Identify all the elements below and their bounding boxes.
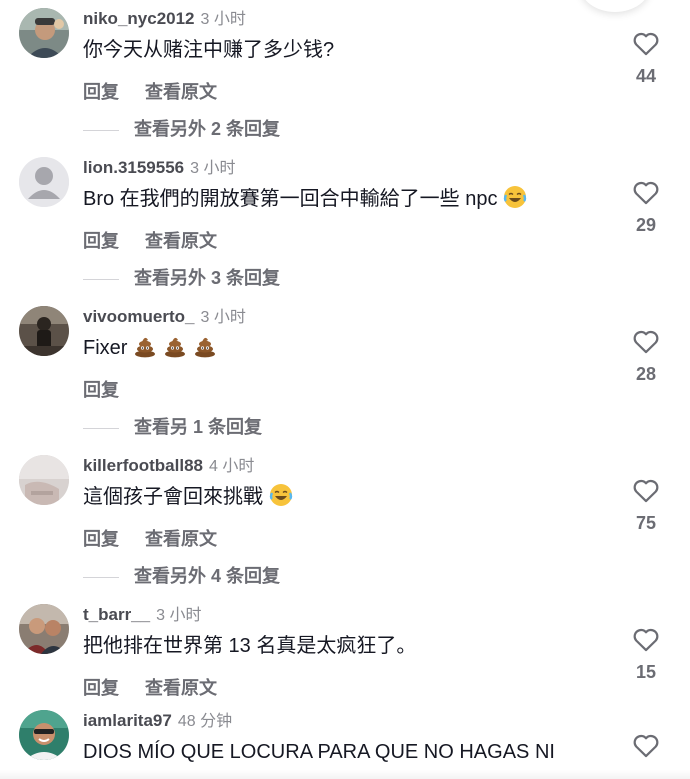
comment-meta: t_barr__ 3 小时 xyxy=(83,604,201,626)
like-count: 75 xyxy=(635,513,657,533)
view-replies-button[interactable]: 查看另 1 条回复 xyxy=(134,417,262,437)
comment-body: 把他排在世界第 13 名真是太疯狂了。 xyxy=(83,635,417,657)
view-original-button[interactable]: 查看原文 xyxy=(145,82,217,102)
comment-body: 你今天从赌注中赚了多少钱? xyxy=(83,39,335,61)
like-control xyxy=(630,732,662,758)
comment-item: niko_nyc2012 3 小时 你今天从赌注中赚了多少钱? 回复 查看原文 查看… xyxy=(0,8,690,157)
comment-text: 你今天从赌注中赚了多少钱? xyxy=(83,36,334,64)
comment-body: Fixer xyxy=(83,337,128,359)
comment-item: killerfootball88 4 小时 這個孩子會回來挑戰 回复 查看原文 查看… xyxy=(0,455,690,604)
comment-text: Fixer xyxy=(83,334,217,366)
tears-of-joy-emoji-icon xyxy=(269,483,293,515)
poop-emoji-icon xyxy=(163,334,187,366)
view-original-button[interactable]: 查看原文 xyxy=(145,529,217,549)
like-control: 75 xyxy=(630,477,662,534)
comment-meta: lion.3159556 3 小时 xyxy=(83,157,235,179)
person-photo-avatar-icon xyxy=(19,8,69,58)
comment-body: 這個孩子會回來挑戰 xyxy=(83,486,263,508)
like-count: 29 xyxy=(635,215,657,235)
view-replies-button[interactable]: 查看另外 2 条回复 xyxy=(134,119,280,139)
view-replies-button[interactable]: 查看另外 4 条回复 xyxy=(134,566,280,586)
replies-divider xyxy=(83,130,119,132)
timestamp: 4 小时 xyxy=(208,458,255,475)
like-control: 29 xyxy=(630,179,662,236)
reply-button[interactable]: 回复 xyxy=(83,529,119,549)
comment-item: vivoomuerto_ 3 小时 Fixer 回复 查看另 1 条回复 28 xyxy=(0,306,690,455)
avatar[interactable] xyxy=(19,157,69,207)
heart-outline-icon[interactable] xyxy=(632,626,660,652)
photo-avatar-icon xyxy=(19,455,69,505)
replies-divider xyxy=(83,428,119,430)
reply-button[interactable]: 回复 xyxy=(83,380,119,400)
view-replies[interactable]: 查看另外 2 条回复 xyxy=(83,117,280,141)
person-photo-avatar-icon xyxy=(19,306,69,356)
comment-meta: iamlarita97 48 分钟 xyxy=(83,710,232,732)
username[interactable]: t_barr__ xyxy=(83,605,150,624)
comment-actions: 回复 查看原文 xyxy=(83,527,217,551)
avatar[interactable] xyxy=(19,8,69,58)
reply-button[interactable]: 回复 xyxy=(83,231,119,251)
timestamp: 3 小时 xyxy=(200,309,246,326)
timestamp: 3 小时 xyxy=(156,607,202,624)
view-original-button[interactable]: 查看原文 xyxy=(145,231,217,251)
comment-body: Bro 在我們的開放賽第一回合中輸給了一些 npc xyxy=(83,188,498,210)
username[interactable]: niko_nyc2012 xyxy=(83,9,195,28)
poop-emoji-icon xyxy=(193,334,217,366)
heart-outline-icon[interactable] xyxy=(632,179,660,205)
avatar[interactable] xyxy=(19,306,69,356)
replies-divider xyxy=(83,577,119,579)
view-replies-button[interactable]: 查看另外 3 条回复 xyxy=(134,268,280,288)
heart-outline-icon[interactable] xyxy=(632,477,660,503)
avatar[interactable] xyxy=(19,604,69,654)
like-count: 15 xyxy=(635,662,657,682)
comment-item: iamlarita97 48 分钟 DIOS MÍO QUE LOCURA PAR… xyxy=(0,710,690,779)
comment-text: DIOS MÍO QUE LOCURA PARA QUE NO HAGAS NI xyxy=(83,738,555,766)
timestamp: 3 小时 xyxy=(200,11,246,28)
heart-outline-icon[interactable] xyxy=(632,328,660,354)
comment-actions: 回复 查看原文 xyxy=(83,80,217,104)
comment-actions: 回复 查看原文 xyxy=(83,229,217,253)
like-count: 28 xyxy=(635,364,657,384)
view-replies[interactable]: 查看另外 3 条回复 xyxy=(83,266,280,290)
person-photo-avatar-icon xyxy=(19,710,69,760)
view-replies[interactable]: 查看另外 4 条回复 xyxy=(83,564,280,588)
timestamp: 48 分钟 xyxy=(177,713,233,730)
reply-button[interactable]: 回复 xyxy=(83,82,119,102)
username[interactable]: killerfootball88 xyxy=(83,456,203,475)
heart-outline-icon[interactable] xyxy=(632,30,660,56)
bottom-fade xyxy=(0,770,690,779)
like-control: 15 xyxy=(630,626,662,683)
tears-of-joy-emoji-icon xyxy=(503,185,527,217)
like-count: 44 xyxy=(635,66,657,86)
comment-body: DIOS MÍO QUE LOCURA PARA QUE NO HAGAS NI xyxy=(83,741,555,763)
comment-item: lion.3159556 3 小时 Bro 在我們的開放賽第一回合中輸給了一些 n… xyxy=(0,157,690,306)
replies-divider xyxy=(83,279,119,281)
username[interactable]: vivoomuerto_ xyxy=(83,307,194,326)
avatar[interactable] xyxy=(19,710,69,760)
username[interactable]: iamlarita97 xyxy=(83,711,172,730)
like-control: 44 xyxy=(630,30,662,87)
username[interactable]: lion.3159556 xyxy=(83,158,184,177)
like-control: 28 xyxy=(630,328,662,385)
default-user-avatar-icon xyxy=(19,157,69,207)
comment-meta: niko_nyc2012 3 小时 xyxy=(83,8,246,30)
reply-button[interactable]: 回复 xyxy=(83,678,119,698)
poop-emoji-icon xyxy=(133,334,157,366)
comment-text: 這個孩子會回來挑戰 xyxy=(83,483,293,515)
comment-meta: vivoomuerto_ 3 小时 xyxy=(83,306,246,328)
comment-actions: 回复 xyxy=(83,378,119,402)
view-original-button[interactable]: 查看原文 xyxy=(145,678,217,698)
comment-text: 把他排在世界第 13 名真是太疯狂了。 xyxy=(83,632,416,660)
heart-outline-icon[interactable] xyxy=(632,732,660,758)
avatar[interactable] xyxy=(19,455,69,505)
view-replies[interactable]: 查看另 1 条回复 xyxy=(83,415,262,439)
comment-actions: 回复 查看原文 xyxy=(83,676,217,700)
comment-text: Bro 在我們的開放賽第一回合中輸給了一些 npc xyxy=(83,185,527,217)
timestamp: 3 小时 xyxy=(190,160,236,177)
person-photo-avatar-icon xyxy=(19,604,69,654)
comment-meta: killerfootball88 4 小时 xyxy=(83,455,254,477)
